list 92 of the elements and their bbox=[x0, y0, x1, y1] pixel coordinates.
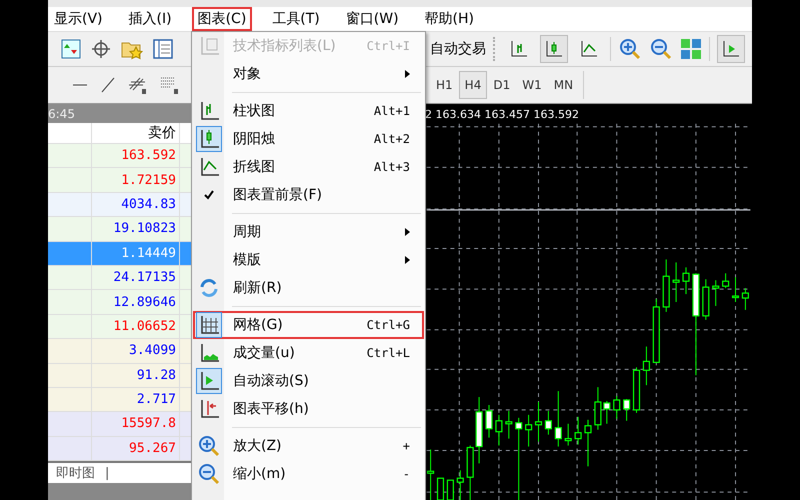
menu-item[interactable]: 周期 bbox=[193, 218, 424, 246]
candle bbox=[476, 396, 483, 464]
submenu-arrow-icon bbox=[405, 256, 410, 264]
candle bbox=[632, 366, 640, 414]
auto-trading-button[interactable]: 自动交易 bbox=[430, 38, 486, 60]
table-cell: 15597.8 bbox=[92, 412, 180, 436]
zoom-out-icon[interactable] bbox=[649, 37, 673, 61]
table-cell: 163.592 bbox=[92, 144, 180, 168]
candle bbox=[702, 278, 710, 320]
menu-item[interactable]: 柱状图 Alt+1 bbox=[193, 97, 424, 125]
menu-item[interactable]: 对象 bbox=[193, 60, 424, 88]
table-cell: 11.06652 bbox=[92, 314, 180, 338]
autoscroll-icon bbox=[721, 39, 741, 59]
submenu-arrow-icon bbox=[405, 70, 410, 78]
candle bbox=[672, 262, 680, 302]
menu-item[interactable]: 模版 bbox=[193, 246, 424, 274]
menu-item[interactable]: 放大(Z) + bbox=[193, 432, 424, 460]
candle bbox=[652, 298, 660, 363]
menu-item[interactable]: 自动滚动(S) bbox=[193, 367, 424, 395]
tick-chart-tab[interactable]: 即时图 bbox=[56, 464, 95, 482]
candle bbox=[712, 280, 720, 306]
autoscroll-button[interactable] bbox=[717, 35, 745, 63]
menu-item[interactable]: 图表(C) bbox=[192, 7, 252, 31]
menu-item[interactable]: 显示(V) bbox=[48, 7, 109, 31]
dotted-grid-icon[interactable] bbox=[160, 75, 180, 95]
candle bbox=[662, 258, 670, 312]
candle bbox=[682, 266, 690, 295]
refresh-icon bbox=[198, 277, 220, 299]
candle bbox=[584, 419, 592, 467]
market-watch-time: 6:45 bbox=[48, 106, 75, 120]
table-cell: 19.10823 bbox=[92, 217, 180, 241]
tab-separator: | bbox=[105, 466, 110, 481]
candle bbox=[574, 416, 582, 446]
menu-item[interactable]: 图表平移(h) bbox=[193, 395, 424, 423]
menu-item[interactable]: 折线图 Alt+3 bbox=[193, 153, 424, 181]
menu-item[interactable]: 插入(I) bbox=[122, 7, 178, 31]
timeframe-button[interactable]: D1 bbox=[487, 71, 516, 99]
zoom-out-icon bbox=[198, 463, 220, 485]
chart-type-button[interactable] bbox=[540, 35, 568, 63]
timeframe-button[interactable]: H1 bbox=[430, 71, 459, 99]
tile-windows-icon[interactable] bbox=[680, 38, 702, 60]
menu-item[interactable]: 成交量(u) Ctrl+L bbox=[193, 339, 424, 367]
bar-chart-icon bbox=[509, 39, 529, 59]
column-header: 卖价 bbox=[92, 123, 180, 143]
table-cell: 91.28 bbox=[92, 364, 180, 387]
candle bbox=[642, 346, 650, 386]
candle bbox=[564, 423, 572, 446]
menu-item[interactable]: 网格(G) Ctrl+G bbox=[193, 311, 424, 339]
hatched-lines-icon[interactable] bbox=[128, 75, 148, 95]
candle bbox=[623, 398, 630, 422]
menu-item[interactable]: 缩小(m) - bbox=[193, 460, 424, 488]
timeframe-button[interactable]: W1 bbox=[516, 71, 548, 99]
menu-item[interactable]: 工具(T) bbox=[266, 7, 326, 31]
table-cell: 2.717 bbox=[92, 388, 180, 412]
line-chart-icon bbox=[579, 39, 599, 59]
crosshair-icon[interactable] bbox=[90, 38, 112, 60]
candle bbox=[505, 410, 512, 440]
menu-item[interactable]: 阴阳烛 Alt+2 bbox=[193, 125, 424, 153]
table-cell: 4034.83 bbox=[92, 192, 180, 216]
candle bbox=[613, 396, 620, 420]
submenu-arrow-icon bbox=[405, 228, 410, 236]
panel-icon[interactable] bbox=[152, 38, 174, 60]
candle bbox=[554, 390, 562, 448]
chart-window-icon[interactable] bbox=[60, 38, 82, 60]
menu-item[interactable]: 帮助(H) bbox=[418, 7, 480, 31]
candle bbox=[732, 276, 740, 302]
table-cell: 1.14449 bbox=[92, 242, 180, 265]
table-cell: 3.4099 bbox=[92, 339, 180, 363]
menu-item[interactable]: 图表置前景(F) bbox=[193, 181, 424, 209]
table-cell: 1.72159 bbox=[92, 168, 180, 192]
candle bbox=[722, 272, 730, 289]
menu-item[interactable]: 刷新(R) bbox=[193, 274, 424, 302]
candle bbox=[485, 404, 493, 438]
table-cell: 12.89646 bbox=[92, 290, 180, 314]
table-cell: 24.17135 bbox=[92, 266, 180, 290]
trend-line-icon[interactable] bbox=[100, 77, 116, 93]
price-readout: 2 163.634 163.457 163.592 bbox=[425, 108, 579, 121]
candle bbox=[544, 410, 552, 436]
candlestick-icon bbox=[544, 39, 564, 59]
timeframe-button[interactable]: MN bbox=[548, 71, 580, 99]
timeframe-button[interactable]: H4 bbox=[458, 71, 488, 99]
candle bbox=[525, 414, 532, 448]
menu-item[interactable]: 窗口(W) bbox=[340, 7, 405, 31]
candle bbox=[742, 288, 749, 310]
candle bbox=[594, 386, 602, 430]
zoom-in-icon bbox=[198, 435, 220, 457]
zoom-in-icon[interactable] bbox=[618, 37, 642, 61]
candle bbox=[603, 400, 610, 424]
check-icon bbox=[203, 189, 215, 201]
candle bbox=[534, 402, 542, 442]
candle bbox=[495, 414, 502, 446]
table-cell: 95.267 bbox=[92, 436, 180, 460]
